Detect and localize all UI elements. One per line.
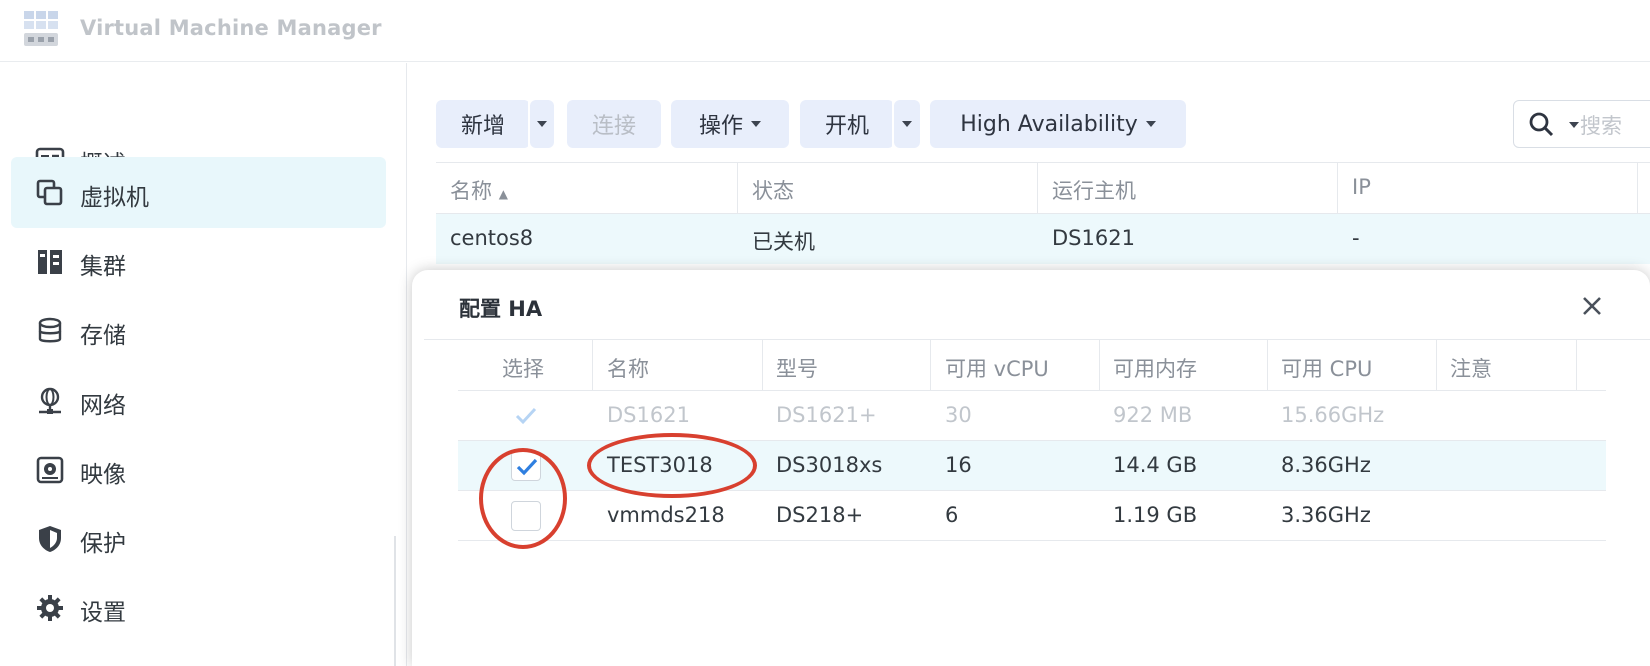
column-separator[interactable] <box>930 340 931 390</box>
host-name-cell: vmmds218 <box>607 503 725 527</box>
sidebar-item-label: 网络 <box>80 393 126 419</box>
add-button[interactable]: 新增 <box>436 100 530 148</box>
sidebar-divider <box>406 63 407 666</box>
sidebar-item-label: 保护 <box>80 531 126 557</box>
column-separator[interactable] <box>1037 163 1038 215</box>
search-placeholder: 搜索 <box>1580 114 1622 138</box>
app-title: Virtual Machine Manager <box>80 16 382 40</box>
column-separator[interactable] <box>592 340 593 390</box>
vm-ip-cell: - <box>1352 226 1360 250</box>
column-separator[interactable] <box>1267 340 1268 390</box>
host-row-vmmds218[interactable]: vmmds218 DS218+ 6 1.19 GB 3.36GHz <box>458 491 1606 541</box>
sidebar-scrollbar[interactable] <box>394 536 396 666</box>
sidebar-item-label: 虚拟机 <box>80 185 149 211</box>
column-separator[interactable] <box>1337 163 1338 215</box>
host-cpu-cell: 3.36GHz <box>1281 503 1371 527</box>
sort-ascending-icon: ▲ <box>498 187 508 201</box>
column-header-label: 名称 <box>450 179 492 203</box>
sidebar-item-label: 存储 <box>80 323 126 349</box>
image-icon <box>35 455 65 485</box>
connect-button-label: 连接 <box>591 114 636 139</box>
host-memory-cell: 1.19 GB <box>1113 503 1198 527</box>
column-header-model[interactable]: 型号 <box>776 353 818 383</box>
chevron-down-icon <box>537 121 547 127</box>
sidebar-item-settings[interactable]: 设置 <box>11 572 386 643</box>
add-dropdown-button[interactable] <box>530 100 554 148</box>
power-on-button[interactable]: 开机 <box>800 100 894 148</box>
column-separator[interactable] <box>1637 163 1638 215</box>
network-icon <box>35 386 65 416</box>
connect-button[interactable]: 连接 <box>567 100 661 148</box>
table-row[interactable]: centos8 已关机 DS1621 - <box>436 214 1650 264</box>
sidebar-item-cluster[interactable]: 集群 <box>11 226 386 297</box>
power-on-dropdown-button[interactable] <box>894 100 920 148</box>
action-button[interactable]: 操作 <box>671 100 789 148</box>
dialog-divider <box>424 339 1650 340</box>
sidebar-item-virtual-machine[interactable]: 虚拟机 <box>11 157 386 228</box>
column-header-ip[interactable]: IP <box>1352 175 1371 199</box>
column-header-host[interactable]: 运行主机 <box>1052 175 1136 205</box>
host-vcpu-cell: 6 <box>945 503 959 527</box>
gear-icon <box>35 593 65 623</box>
host-cpu-cell: 15.66GHz <box>1281 403 1385 427</box>
virtual-machine-icon <box>35 178 65 208</box>
sidebar-item-storage[interactable]: 存储 <box>11 295 386 366</box>
column-header-vcpu[interactable]: 可用 vCPU <box>945 353 1049 383</box>
column-header-select[interactable]: 选择 <box>502 353 544 383</box>
host-model-cell: DS3018xs <box>776 453 883 477</box>
column-separator[interactable] <box>1099 340 1100 390</box>
host-cpu-cell: 8.36GHz <box>1281 453 1371 477</box>
sidebar-item-image[interactable]: 映像 <box>11 434 386 505</box>
host-memory-cell: 14.4 GB <box>1113 453 1198 477</box>
search-icon[interactable] <box>1527 110 1555 138</box>
annotation-circle-checkboxes <box>479 448 567 549</box>
vm-host-cell: DS1621 <box>1052 226 1135 250</box>
vm-name-cell: centos8 <box>450 226 534 250</box>
power-on-button-label: 开机 <box>824 114 869 139</box>
column-header-name[interactable]: 名称 <box>607 353 649 383</box>
column-header-note[interactable]: 注意 <box>1450 353 1492 383</box>
cluster-icon <box>35 247 65 277</box>
high-availability-button[interactable]: High Availability <box>930 100 1186 148</box>
shield-icon <box>35 524 65 554</box>
host-vcpu-cell: 30 <box>945 403 972 427</box>
vm-grid-header: 名称 ▲ 状态 运行主机 IP <box>436 162 1650 215</box>
action-button-label: 操作 <box>698 114 743 139</box>
high-availability-button-label: High Availability <box>960 111 1138 137</box>
storage-icon <box>35 316 65 346</box>
add-button-label: 新增 <box>460 114 505 139</box>
chevron-down-icon <box>902 121 912 127</box>
sidebar-item-label: 映像 <box>80 462 126 488</box>
column-separator[interactable] <box>1576 340 1577 390</box>
column-header-name[interactable]: 名称 ▲ <box>450 175 508 205</box>
column-header-status[interactable]: 状态 <box>752 175 794 205</box>
host-model-cell: DS218+ <box>776 503 864 527</box>
annotation-circle-host-name <box>587 433 757 498</box>
sidebar-item-label: 设置 <box>80 600 126 626</box>
column-separator[interactable] <box>1436 340 1437 390</box>
sidebar-item-label: 集群 <box>80 254 126 280</box>
column-separator[interactable] <box>762 340 763 390</box>
check-icon <box>511 401 541 431</box>
host-vcpu-cell: 16 <box>945 453 972 477</box>
host-memory-cell: 922 MB <box>1113 403 1193 427</box>
close-icon[interactable] <box>1580 294 1604 318</box>
host-model-cell: DS1621+ <box>776 403 877 427</box>
chevron-down-icon <box>751 121 761 127</box>
chevron-down-icon[interactable] <box>1569 122 1579 128</box>
dialog-title: 配置 HA <box>459 297 543 321</box>
title-bar: Virtual Machine Manager <box>0 0 1650 62</box>
sidebar-item-network[interactable]: 网络 <box>11 365 386 436</box>
app-logo-icon <box>24 11 58 46</box>
column-header-cpu[interactable]: 可用 CPU <box>1281 353 1372 383</box>
host-name-cell: DS1621 <box>607 403 690 427</box>
column-separator[interactable] <box>737 163 738 215</box>
vm-status-cell: 已关机 <box>752 230 815 254</box>
host-row-ds1621: DS1621 DS1621+ 30 922 MB 15.66GHz <box>458 391 1606 441</box>
column-header-memory[interactable]: 可用内存 <box>1113 353 1197 383</box>
chevron-down-icon <box>1145 121 1156 127</box>
sidebar: 概述 虚拟机 集群 存储 网络 映像 保护 <box>0 63 406 666</box>
sidebar-item-protection[interactable]: 保护 <box>11 503 386 574</box>
